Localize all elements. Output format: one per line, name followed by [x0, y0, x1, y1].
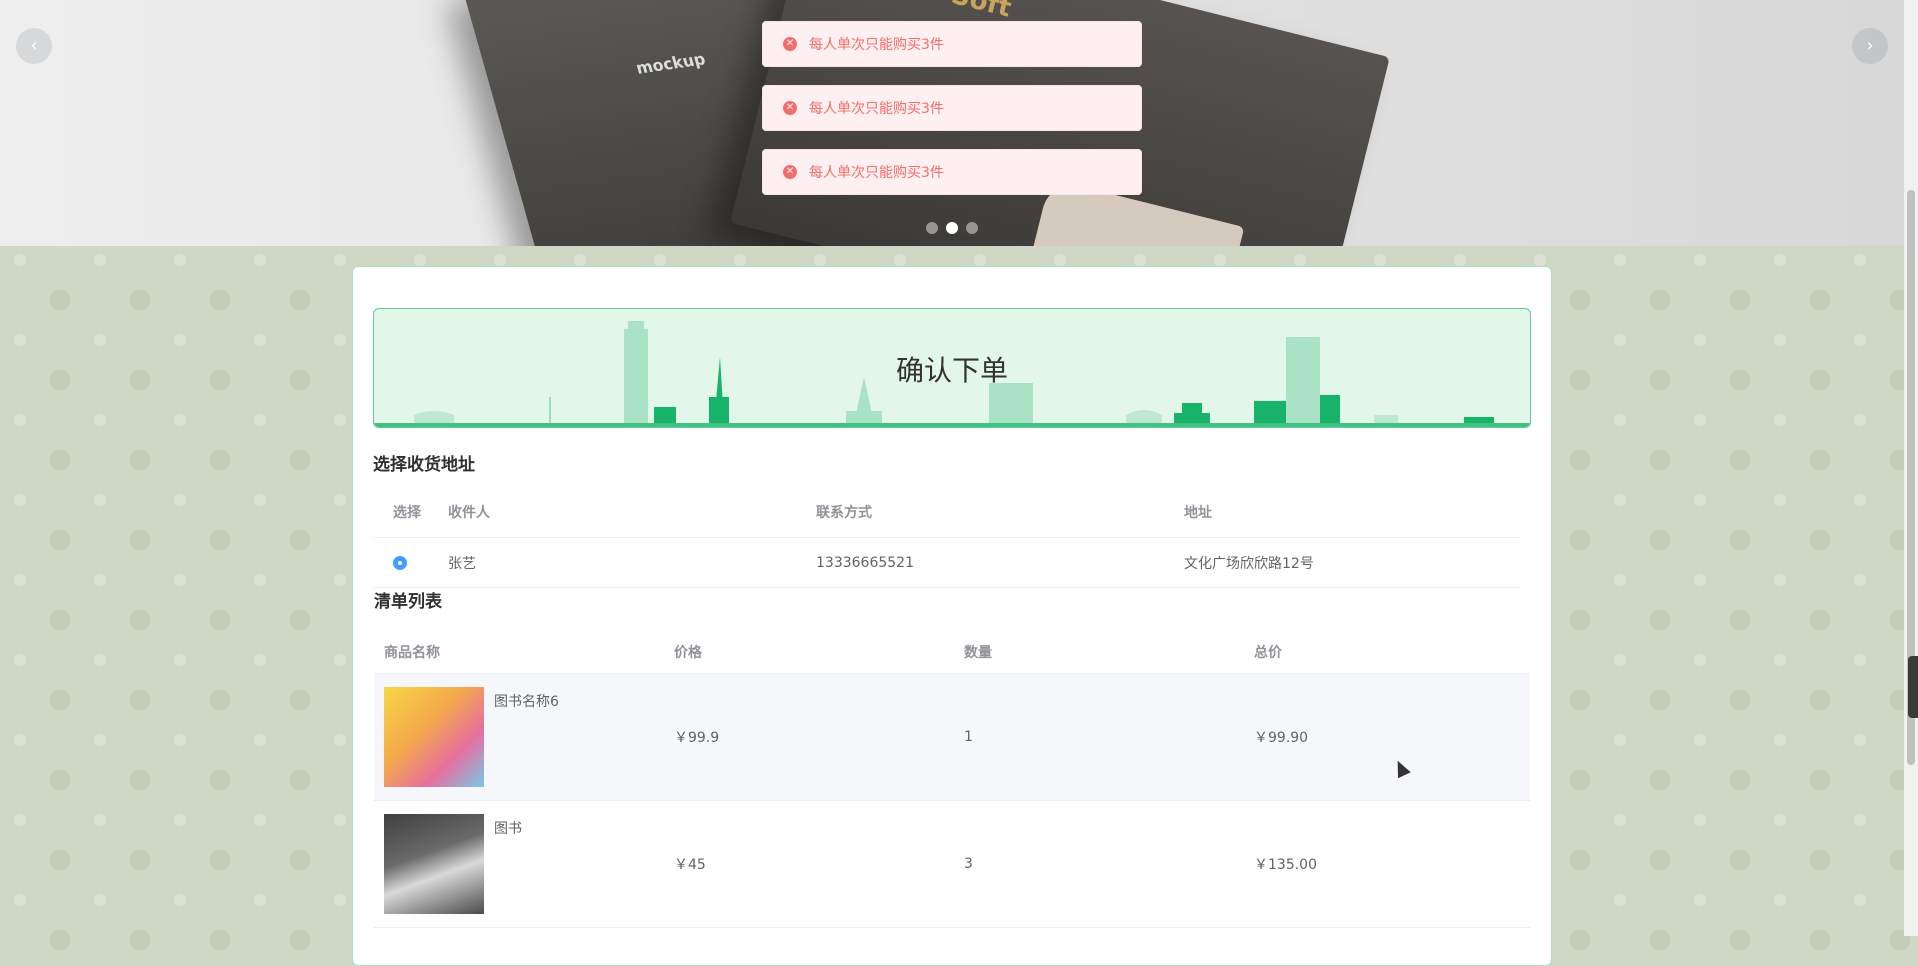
- address-cell: 文化广场欣欣路12号: [1183, 537, 1521, 588]
- error-message-text: 每人单次只能购买3件: [809, 165, 944, 181]
- table-row[interactable]: 图书 ￥45 3 ￥135.00: [374, 800, 1530, 928]
- address-section-title: 选择收货地址: [373, 455, 475, 475]
- list-section-title: 清单列表: [374, 592, 442, 612]
- address-row[interactable]: 张艺 13336665521 文化广场欣欣路12号: [373, 537, 1521, 588]
- product-cell: 图书名称6: [384, 687, 663, 787]
- product-cell: 图书: [384, 814, 663, 914]
- quantity-cell: 3: [954, 800, 1244, 928]
- items-table-header: 商品名称 价格 数量 总价: [374, 631, 1530, 674]
- col-recipient: 收件人: [447, 487, 815, 538]
- phone-cell: 13336665521: [815, 537, 1183, 588]
- page-scrollbar[interactable]: [1904, 0, 1918, 936]
- side-panel-tab[interactable]: [1908, 656, 1918, 718]
- product-name: 图书名称6: [494, 694, 559, 710]
- total-cell: ￥135.00: [1244, 800, 1530, 928]
- carousel-prev-button[interactable]: ‹: [16, 28, 52, 64]
- error-message-text: 每人单次只能购买3件: [809, 37, 944, 53]
- error-icon: ✕: [783, 165, 797, 179]
- recipient-cell: 张艺: [447, 537, 815, 588]
- address-table: 选择 收件人 联系方式 地址 张艺 13336665521 文化广场欣欣路12号: [373, 487, 1521, 588]
- error-message-text: 每人单次只能购买3件: [809, 101, 944, 117]
- col-total: 总价: [1244, 631, 1530, 674]
- carousel-dot-active[interactable]: [946, 222, 958, 234]
- address-radio[interactable]: [393, 555, 407, 570]
- carousel-indicators: [926, 222, 978, 234]
- error-message: ✕ 每人单次只能购买3件: [762, 149, 1142, 195]
- quantity-cell: 1: [954, 673, 1244, 801]
- total-cell: ￥99.90: [1244, 673, 1530, 801]
- error-message: ✕ 每人单次只能购买3件: [762, 85, 1142, 131]
- confirm-order-banner: 确认下单: [373, 308, 1531, 428]
- product-image: [384, 687, 484, 787]
- product-image: [384, 814, 484, 914]
- error-message: ✕ 每人单次只能购买3件: [762, 21, 1142, 67]
- col-price: 价格: [664, 631, 954, 674]
- col-quantity: 数量: [954, 631, 1244, 674]
- col-address: 地址: [1183, 487, 1521, 538]
- price-cell: ￥99.9: [664, 673, 954, 801]
- product-name: 图书: [494, 821, 522, 837]
- address-table-header: 选择 收件人 联系方式 地址: [373, 487, 1521, 538]
- col-select: 选择: [373, 487, 447, 538]
- error-icon: ✕: [783, 101, 797, 115]
- carousel-dot[interactable]: [966, 222, 978, 234]
- carousel-dot[interactable]: [926, 222, 938, 234]
- order-items-table: 商品名称 价格 数量 总价 图书名称6 ￥99.9 1 ￥99.90 图书 ￥4…: [374, 631, 1530, 928]
- error-icon: ✕: [783, 37, 797, 51]
- price-cell: ￥45: [664, 800, 954, 928]
- table-row[interactable]: 图书名称6 ￥99.9 1 ￥99.90: [374, 673, 1530, 801]
- col-product-name: 商品名称: [374, 631, 664, 674]
- col-phone: 联系方式: [815, 487, 1183, 538]
- page-title: 确认下单: [895, 354, 1008, 387]
- carousel-next-button[interactable]: ›: [1852, 28, 1888, 64]
- banner-book-text: mockup: [633, 49, 708, 78]
